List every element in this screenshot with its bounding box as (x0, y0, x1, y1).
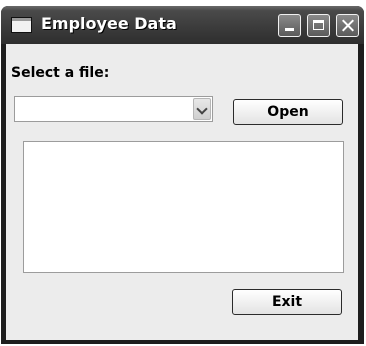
file-combobox[interactable] (14, 96, 213, 122)
employee-data-window: Employee Data Select a file: Open Exit (1, 6, 364, 344)
window-title: Employee Data (41, 14, 177, 33)
open-button[interactable]: Open (233, 99, 343, 125)
app-icon (11, 17, 32, 33)
close-icon[interactable] (336, 14, 359, 37)
maximize-icon[interactable] (307, 14, 330, 37)
minimize-icon[interactable] (278, 14, 301, 37)
employee-listbox[interactable] (23, 141, 344, 273)
exit-button[interactable]: Exit (232, 289, 342, 315)
chevron-down-icon[interactable] (193, 98, 211, 120)
form-body: Select a file: Open Exit (6, 44, 358, 340)
title-bar[interactable]: Employee Data (1, 6, 364, 44)
select-file-label: Select a file: (11, 65, 110, 81)
